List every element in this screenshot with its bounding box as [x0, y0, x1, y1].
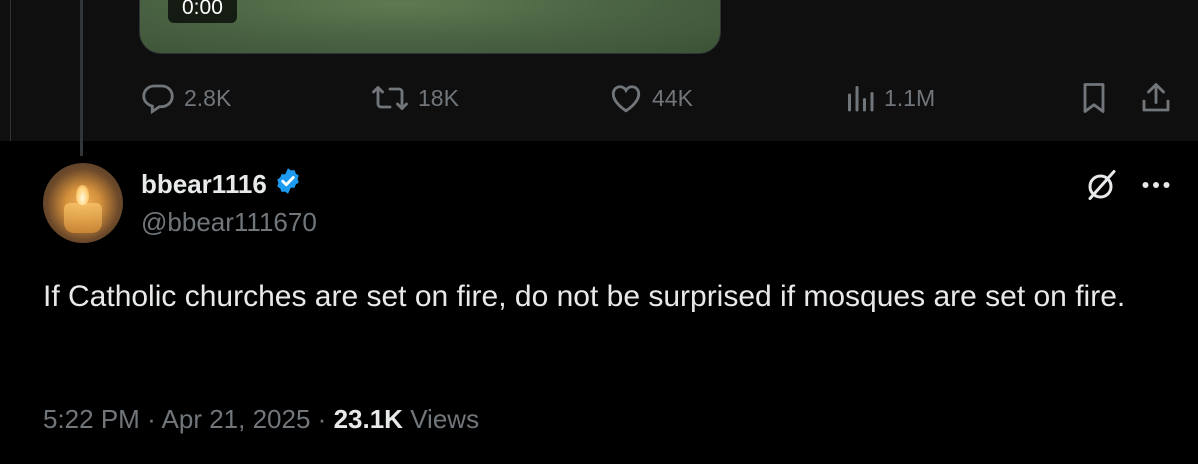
views-count: 1.1M — [884, 84, 936, 111]
tweet-metadata: 5:22 PM · Apr 21, 2025 · 23.1K Views — [43, 404, 479, 435]
video-media[interactable]: 0:00 — [139, 0, 721, 54]
like-button[interactable]: 44K — [608, 80, 693, 116]
bookmark-button[interactable] — [1078, 80, 1110, 121]
display-name[interactable]: bbear1116 — [141, 169, 267, 200]
author-name-row[interactable]: bbear1116 — [141, 166, 303, 203]
reply-icon — [140, 80, 176, 116]
verified-badge-icon[interactable] — [273, 166, 303, 203]
reply-button[interactable]: 2.8K — [140, 80, 231, 116]
views-icon — [844, 80, 876, 116]
more-icon[interactable] — [1138, 170, 1174, 205]
thread-connector-line — [80, 0, 83, 156]
grok-icon[interactable] — [1084, 167, 1120, 208]
repost-count: 18K — [418, 84, 459, 111]
views-count[interactable]: 23.1K — [334, 404, 403, 434]
reply-count: 2.8K — [184, 84, 232, 111]
share-icon — [1138, 83, 1174, 120]
bookmark-icon — [1078, 83, 1110, 120]
like-count: 44K — [652, 84, 693, 111]
like-icon — [608, 80, 644, 116]
tweet-date[interactable]: Apr 21, 2025 — [162, 404, 311, 434]
avatar[interactable] — [43, 163, 123, 243]
column-border — [10, 0, 11, 141]
avatar-flame — [76, 185, 89, 205]
share-button[interactable] — [1138, 80, 1174, 121]
repost-icon — [370, 80, 410, 116]
meta-separator: · — [317, 404, 327, 434]
views-label: Views — [410, 404, 480, 434]
author-handle[interactable]: @bbear111670 — [141, 207, 317, 238]
tweet-text: If Catholic churches are set on fire, do… — [43, 280, 1126, 313]
video-timestamp: 0:00 — [168, 0, 237, 23]
avatar-candle — [64, 203, 102, 233]
views-button[interactable]: 1.1M — [844, 80, 935, 116]
repost-button[interactable]: 18K — [370, 80, 459, 116]
parent-tweet: 0:00 2.8K 18K 44K 1.1M — [0, 0, 1198, 141]
meta-separator: · — [147, 404, 156, 434]
tweet-time[interactable]: 5:22 PM — [43, 404, 140, 434]
